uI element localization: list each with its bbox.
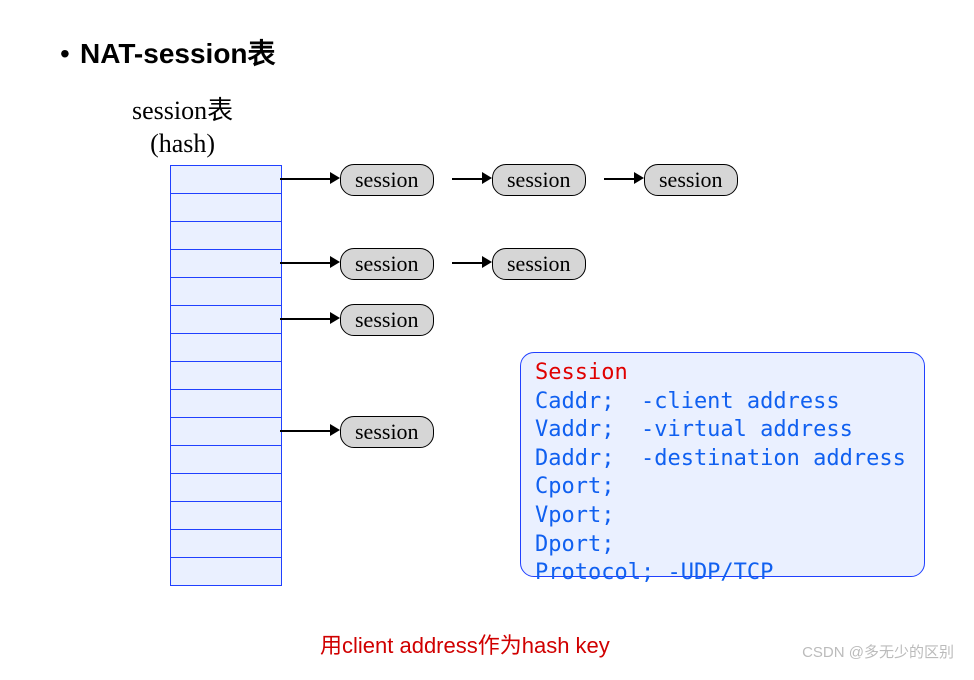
hash-table-label: session表 (hash) bbox=[132, 95, 233, 160]
hash-label-line1: session表 bbox=[132, 96, 233, 125]
hash-bucket bbox=[171, 278, 281, 306]
hash-bucket bbox=[171, 446, 281, 474]
session-node: session bbox=[340, 304, 434, 336]
hash-bucket bbox=[171, 334, 281, 362]
session-field: Vaddr; -virtual address bbox=[535, 416, 910, 445]
hash-bucket bbox=[171, 222, 281, 250]
arrow-icon bbox=[482, 172, 492, 184]
arrow-line bbox=[280, 430, 330, 432]
session-field: Daddr; -destination address bbox=[535, 445, 910, 474]
hash-bucket bbox=[171, 250, 281, 278]
arrow-icon bbox=[330, 172, 340, 184]
arrow-line bbox=[452, 262, 482, 264]
hash-label-line2: (hash) bbox=[150, 129, 215, 158]
bullet-dot: • bbox=[60, 38, 70, 70]
hash-bucket bbox=[171, 166, 281, 194]
arrow-line bbox=[280, 178, 330, 180]
session-field: Cport; bbox=[535, 473, 910, 502]
page-title: NAT-session表 bbox=[80, 32, 276, 72]
arrow-line bbox=[452, 178, 482, 180]
arrow-icon bbox=[330, 256, 340, 268]
watermark-text: CSDN @多无少的区别 bbox=[802, 641, 954, 662]
session-node: session bbox=[644, 164, 738, 196]
hash-table bbox=[170, 165, 282, 586]
session-struct-box: Session Caddr; -client address Vaddr; -v… bbox=[520, 352, 925, 577]
session-node: session bbox=[340, 164, 434, 196]
hash-bucket bbox=[171, 502, 281, 530]
hash-bucket bbox=[171, 530, 281, 558]
arrow-line bbox=[604, 178, 634, 180]
session-field: Vport; bbox=[535, 502, 910, 531]
session-field: Caddr; -client address bbox=[535, 388, 910, 417]
hash-bucket bbox=[171, 558, 281, 585]
hash-bucket bbox=[171, 362, 281, 390]
arrow-icon bbox=[634, 172, 644, 184]
session-node: session bbox=[492, 248, 586, 280]
session-field: Protocol; -UDP/TCP bbox=[535, 559, 910, 588]
hash-bucket bbox=[171, 418, 281, 446]
hash-bucket bbox=[171, 306, 281, 334]
arrow-icon bbox=[482, 256, 492, 268]
arrow-icon bbox=[330, 424, 340, 436]
arrow-line bbox=[280, 318, 330, 320]
arrow-icon bbox=[330, 312, 340, 324]
session-node: session bbox=[492, 164, 586, 196]
hash-bucket bbox=[171, 390, 281, 418]
hash-bucket bbox=[171, 194, 281, 222]
session-node: session bbox=[340, 416, 434, 448]
footnote-text: 用client address作为hash key bbox=[320, 628, 610, 660]
session-node: session bbox=[340, 248, 434, 280]
session-field: Dport; bbox=[535, 531, 910, 560]
hash-bucket bbox=[171, 474, 281, 502]
session-struct-title: Session bbox=[535, 359, 910, 388]
arrow-line bbox=[280, 262, 330, 264]
